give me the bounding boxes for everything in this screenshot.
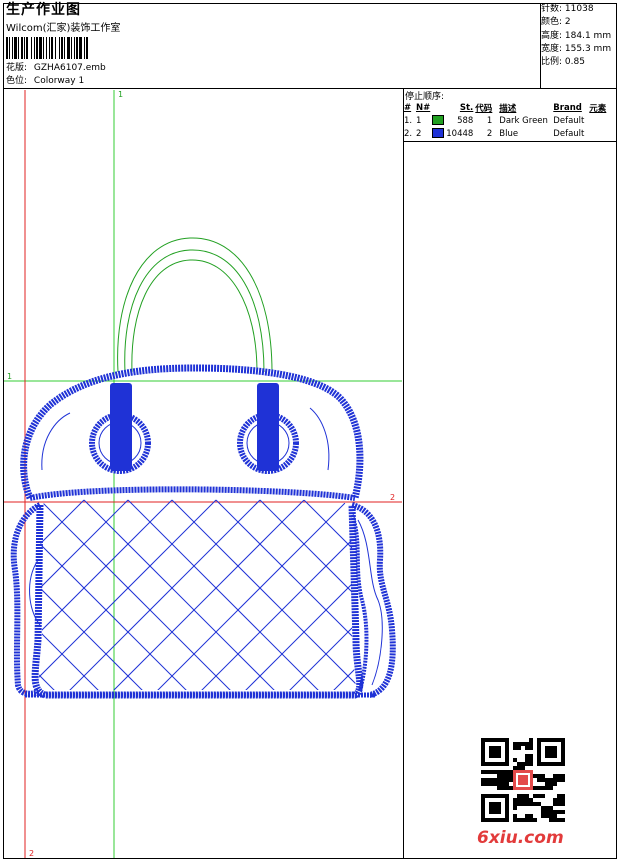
bag-top-dome [20, 364, 364, 501]
guide-label-green-top: 1 [118, 90, 123, 99]
bag-right-ring [237, 383, 299, 474]
guide-label-green-left: 1 [7, 372, 12, 381]
bag-handle [117, 237, 273, 373]
production-sheet: 生产作业图 Wilcom(汇家)装饰工作室 花版: GZHA6107.emb 色… [0, 0, 620, 860]
embroidery-preview: 1 1 2 2 [4, 90, 402, 858]
guide-label-red-right: 2 [390, 493, 395, 502]
qr-code [481, 738, 565, 822]
guide-label-red-bottom: 2 [29, 849, 34, 858]
bag-body-quilting [38, 499, 356, 690]
bag-left-ring [89, 383, 151, 474]
site-logo: 6xiu.com [477, 828, 564, 848]
